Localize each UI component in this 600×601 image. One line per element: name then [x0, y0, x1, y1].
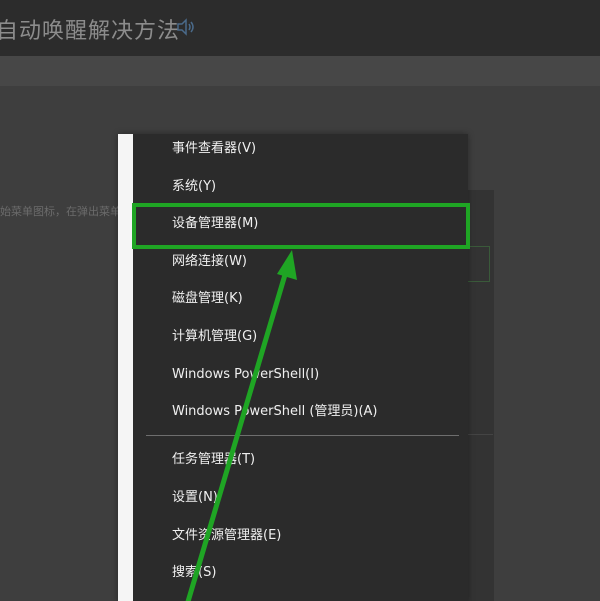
article-title: 自动唤醒解决方法: [0, 19, 181, 44]
menu-item-disk-management[interactable]: 磁盘管理(K): [172, 291, 243, 307]
highlight-box: [132, 203, 470, 249]
menu-item-powershell-admin[interactable]: Windows PowerShell (管理员)(A): [172, 404, 378, 420]
menu-item-file-explorer[interactable]: 文件资源管理器(E): [172, 528, 281, 544]
menu-item-computer-management[interactable]: 计算机管理(G): [172, 329, 257, 345]
menu-item-task-manager[interactable]: 任务管理器(T): [172, 452, 255, 468]
menu-item-network-connections[interactable]: 网络连接(W): [172, 254, 247, 270]
speaker-icon[interactable]: [176, 18, 196, 36]
menu-item-search[interactable]: 搜索(S): [172, 565, 216, 581]
menu-item-system[interactable]: 系统(Y): [172, 179, 216, 195]
menu-item-powershell[interactable]: Windows PowerShell(I): [172, 367, 319, 383]
article-subheader: [0, 56, 600, 86]
menu-left-edge: [118, 134, 133, 601]
menu-item-settings[interactable]: 设置(N): [172, 490, 218, 506]
screenshot-stage: 自动唤醒解决方法 始菜单图标，在弹出菜单中 事件查看器(V) 系统(Y) 设备管…: [0, 0, 600, 601]
menu-item-event-viewer[interactable]: 事件查看器(V): [172, 141, 256, 157]
background-window-box: [465, 246, 490, 282]
article-body-text: 始菜单图标，在弹出菜单中: [0, 205, 132, 218]
menu-separator: [146, 435, 459, 436]
